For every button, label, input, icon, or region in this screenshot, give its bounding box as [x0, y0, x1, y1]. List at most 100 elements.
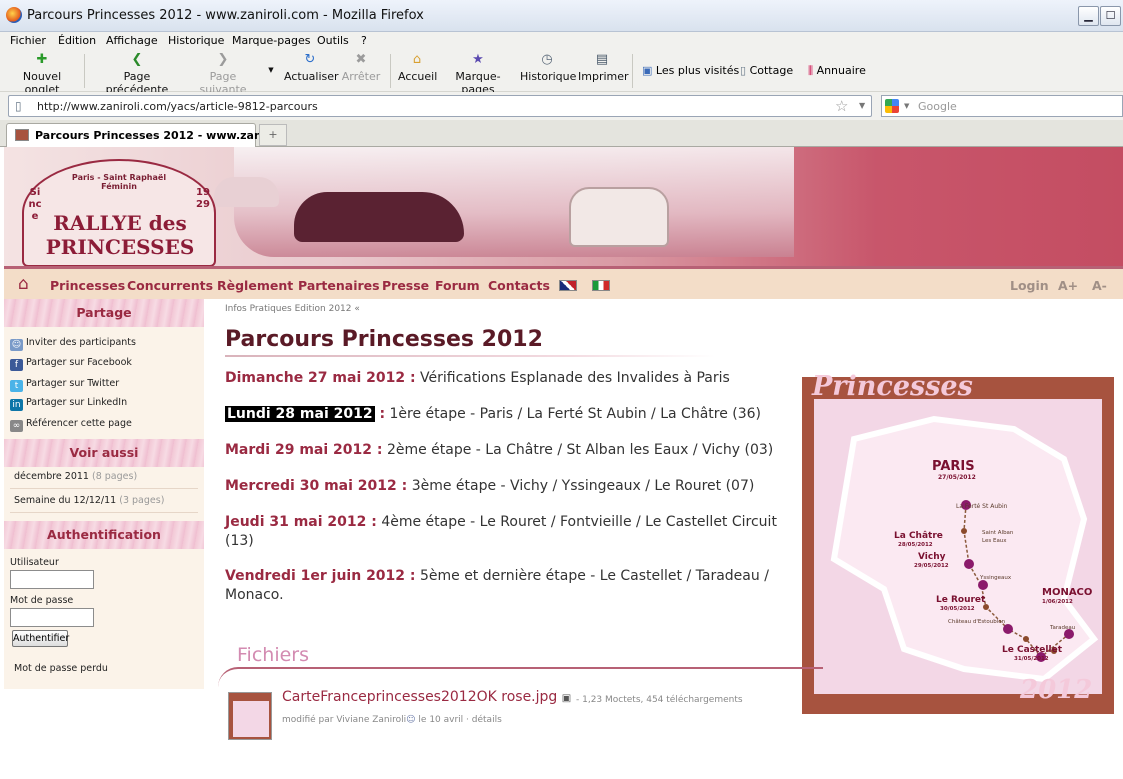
partage-heading: Partage — [4, 299, 204, 327]
facebook-link[interactable]: f Partager sur Facebook — [10, 357, 132, 371]
favicon-icon — [15, 129, 29, 141]
nav-princesses[interactable]: Princesses — [50, 278, 125, 293]
site-banner: Paris - Saint Raphaël Féminin Since 1929… — [4, 147, 1123, 267]
invite-link[interactable]: ☺ Inviter des participants — [10, 337, 136, 351]
home-button[interactable]: ⌂ Accueil — [398, 52, 437, 83]
details-link[interactable]: détails — [472, 715, 502, 725]
file-link[interactable]: CarteFranceprincesses2012OK rose.jpg ▣ — [282, 689, 571, 705]
menu-help[interactable]: ? — [361, 34, 367, 47]
twitter-link[interactable]: t Partager sur Twitter — [10, 378, 119, 392]
history-button[interactable]: ◷ Historique — [520, 52, 576, 83]
url-dropdown-icon[interactable]: ▼ — [859, 101, 865, 110]
voir-aussi-item[interactable]: Semaine du 12/12/11 (3 pages) — [14, 495, 164, 506]
web-page: Paris - Saint Raphaël Féminin Since 1929… — [4, 147, 1123, 779]
navigation-toolbar: ✚ Nouvel onglet ❮ Page précédente ❯ Page su… — [0, 50, 1123, 96]
map-date-monaco: 1/06/2012 — [1042, 599, 1073, 605]
day-item: Dimanche 27 mai 2012 : Vérifications Esp… — [225, 370, 730, 386]
back-arrow-icon: ❮ — [131, 52, 143, 67]
map-year: 2012 — [1020, 675, 1093, 705]
search-placeholder: Google — [918, 100, 957, 113]
reload-button[interactable]: ↻ Actualiser — [284, 52, 339, 83]
link-icon: ∞ — [10, 420, 23, 432]
italy-flag-icon[interactable] — [592, 280, 610, 291]
menu-fichier[interactable]: Fichier — [10, 34, 46, 47]
map-title: Princesses — [812, 371, 973, 402]
map-label-ferte: La Ferté St Aubin — [956, 503, 1008, 510]
map-label-taradeau: Taradeau — [1050, 625, 1076, 631]
stop-button[interactable]: ✖ Arrêter — [340, 52, 382, 83]
url-input[interactable]: ▯ http://www.zaniroli.com/yacs/article-9… — [8, 95, 872, 117]
search-input[interactable]: ▼ Google — [881, 95, 1123, 117]
login-button[interactable]: Authentifier — [12, 630, 69, 647]
bookmark-star-icon[interactable]: ☆ — [835, 97, 848, 115]
maximize-button[interactable]: ☐ — [1100, 6, 1121, 26]
map-label-monaco: MONACO — [1042, 587, 1093, 598]
new-tab-button[interactable]: ✚ Nouvel onglet — [8, 52, 76, 96]
forward-arrow-icon: ❯ — [217, 52, 229, 67]
banner-car-small — [214, 177, 279, 207]
username-input[interactable] — [10, 570, 94, 589]
clock-icon: ◷ — [541, 52, 553, 67]
nav-presse[interactable]: Presse — [382, 278, 429, 293]
tab-active[interactable]: Parcours Princesses 2012 - www.zan... — [6, 123, 274, 147]
cottage-bookmark[interactable]: ▯ Cottage — [740, 64, 793, 77]
menu-affichage[interactable]: Affichage — [106, 34, 158, 47]
new-tab-plus-button[interactable]: + — [259, 124, 287, 146]
day-item: Vendredi 1er juin 2012 : 5ème et dernièr… — [225, 568, 769, 603]
map-date-vichy: 29/05/2012 — [914, 563, 949, 569]
menu-outils[interactable]: Outils — [317, 34, 349, 47]
nav-concurrents[interactable]: Concurrents — [127, 278, 213, 293]
login-link[interactable]: Login — [1010, 278, 1049, 293]
window-titlebar: Parcours Princesses 2012 - www.zaniroli.… — [0, 0, 1123, 32]
map-label-yssingeaux: Yssingeaux — [980, 575, 1012, 581]
search-engine-dropdown-icon[interactable]: ▼ — [904, 102, 909, 110]
annuaire-bookmark[interactable]: ⫼ Annuaire — [808, 64, 866, 78]
forward-button[interactable]: ❯ Page suivante — [186, 52, 260, 96]
firefox-icon — [6, 7, 22, 23]
nav-forum[interactable]: Forum — [435, 278, 480, 293]
day-item: Mercredi 30 mai 2012 : 3ème étape - Vich… — [225, 478, 755, 494]
menu-marque-pages[interactable]: Marque-pages — [232, 34, 310, 47]
menu-historique[interactable]: Historique — [168, 34, 224, 47]
uk-flag-icon[interactable] — [559, 280, 577, 291]
menu-edition[interactable]: Édition — [58, 34, 96, 47]
page-icon: ▯ — [740, 64, 747, 77]
route-map-image[interactable]: PARIS 27/05/2012 La Ferté St Aubin La Ch… — [802, 371, 1114, 714]
files-heading: Fichiers — [237, 644, 309, 666]
nav-contacts[interactable]: Contacts — [488, 278, 550, 293]
home-icon[interactable]: ⌂ — [18, 274, 29, 294]
font-increase-link[interactable]: A+ — [1058, 278, 1078, 293]
linkedin-link[interactable]: in Partager sur LinkedIn — [10, 397, 127, 411]
day-item: Lundi 28 mai 2012 : 1ère étape - Paris /… — [225, 406, 762, 422]
folder-icon: ▣ — [642, 64, 653, 77]
nav-partenaires[interactable]: Partenaires — [298, 278, 380, 293]
voir-aussi-item[interactable]: décembre 2011 (8 pages) — [14, 471, 137, 482]
home-icon: ⌂ — [412, 52, 422, 67]
banner-car-race — [294, 192, 464, 242]
history-dropdown-icon[interactable]: ▼ — [266, 66, 276, 74]
map-label-rouret: Le Rouret — [936, 595, 986, 605]
font-decrease-link[interactable]: A- — [1092, 278, 1107, 293]
stop-icon: ✖ — [355, 52, 367, 67]
minimize-button[interactable]: ▁ — [1078, 6, 1099, 26]
bookmarks-button[interactable]: ★ Marque-pages — [440, 52, 516, 96]
map-date-castellet: 31/05/2012 — [1014, 656, 1049, 662]
google-icon — [885, 99, 899, 113]
linkedin-icon: in — [10, 399, 23, 411]
print-button[interactable]: ▤ Imprimer — [578, 52, 629, 83]
password-input[interactable] — [10, 608, 94, 627]
breadcrumb[interactable]: Infos Pratiques Edition 2012 « — [225, 304, 360, 314]
rallye-logo[interactable]: Paris - Saint Raphaël Féminin Since 1929… — [22, 159, 216, 267]
back-button[interactable]: ❮ Page précédente — [94, 52, 180, 96]
most-visited-bookmark[interactable]: ▣ Les plus visités — [642, 64, 739, 77]
password-label: Mot de passe — [10, 595, 74, 606]
nav-reglement[interactable]: Règlement — [217, 278, 293, 293]
reference-link[interactable]: ∞ Référencer cette page — [10, 418, 132, 432]
sidebar: Partage ☺ Inviter des participants f Parta… — [4, 299, 204, 689]
tab-title: Parcours Princesses 2012 - www.zan... — [35, 129, 275, 142]
map-label-st-alban: Saint Alban Les Eaux — [982, 530, 1014, 544]
username-label: Utilisateur — [10, 557, 59, 568]
title-underline — [225, 355, 715, 357]
lost-password-link[interactable]: Mot de passe perdu — [14, 663, 108, 674]
file-thumbnail[interactable] — [228, 692, 272, 740]
